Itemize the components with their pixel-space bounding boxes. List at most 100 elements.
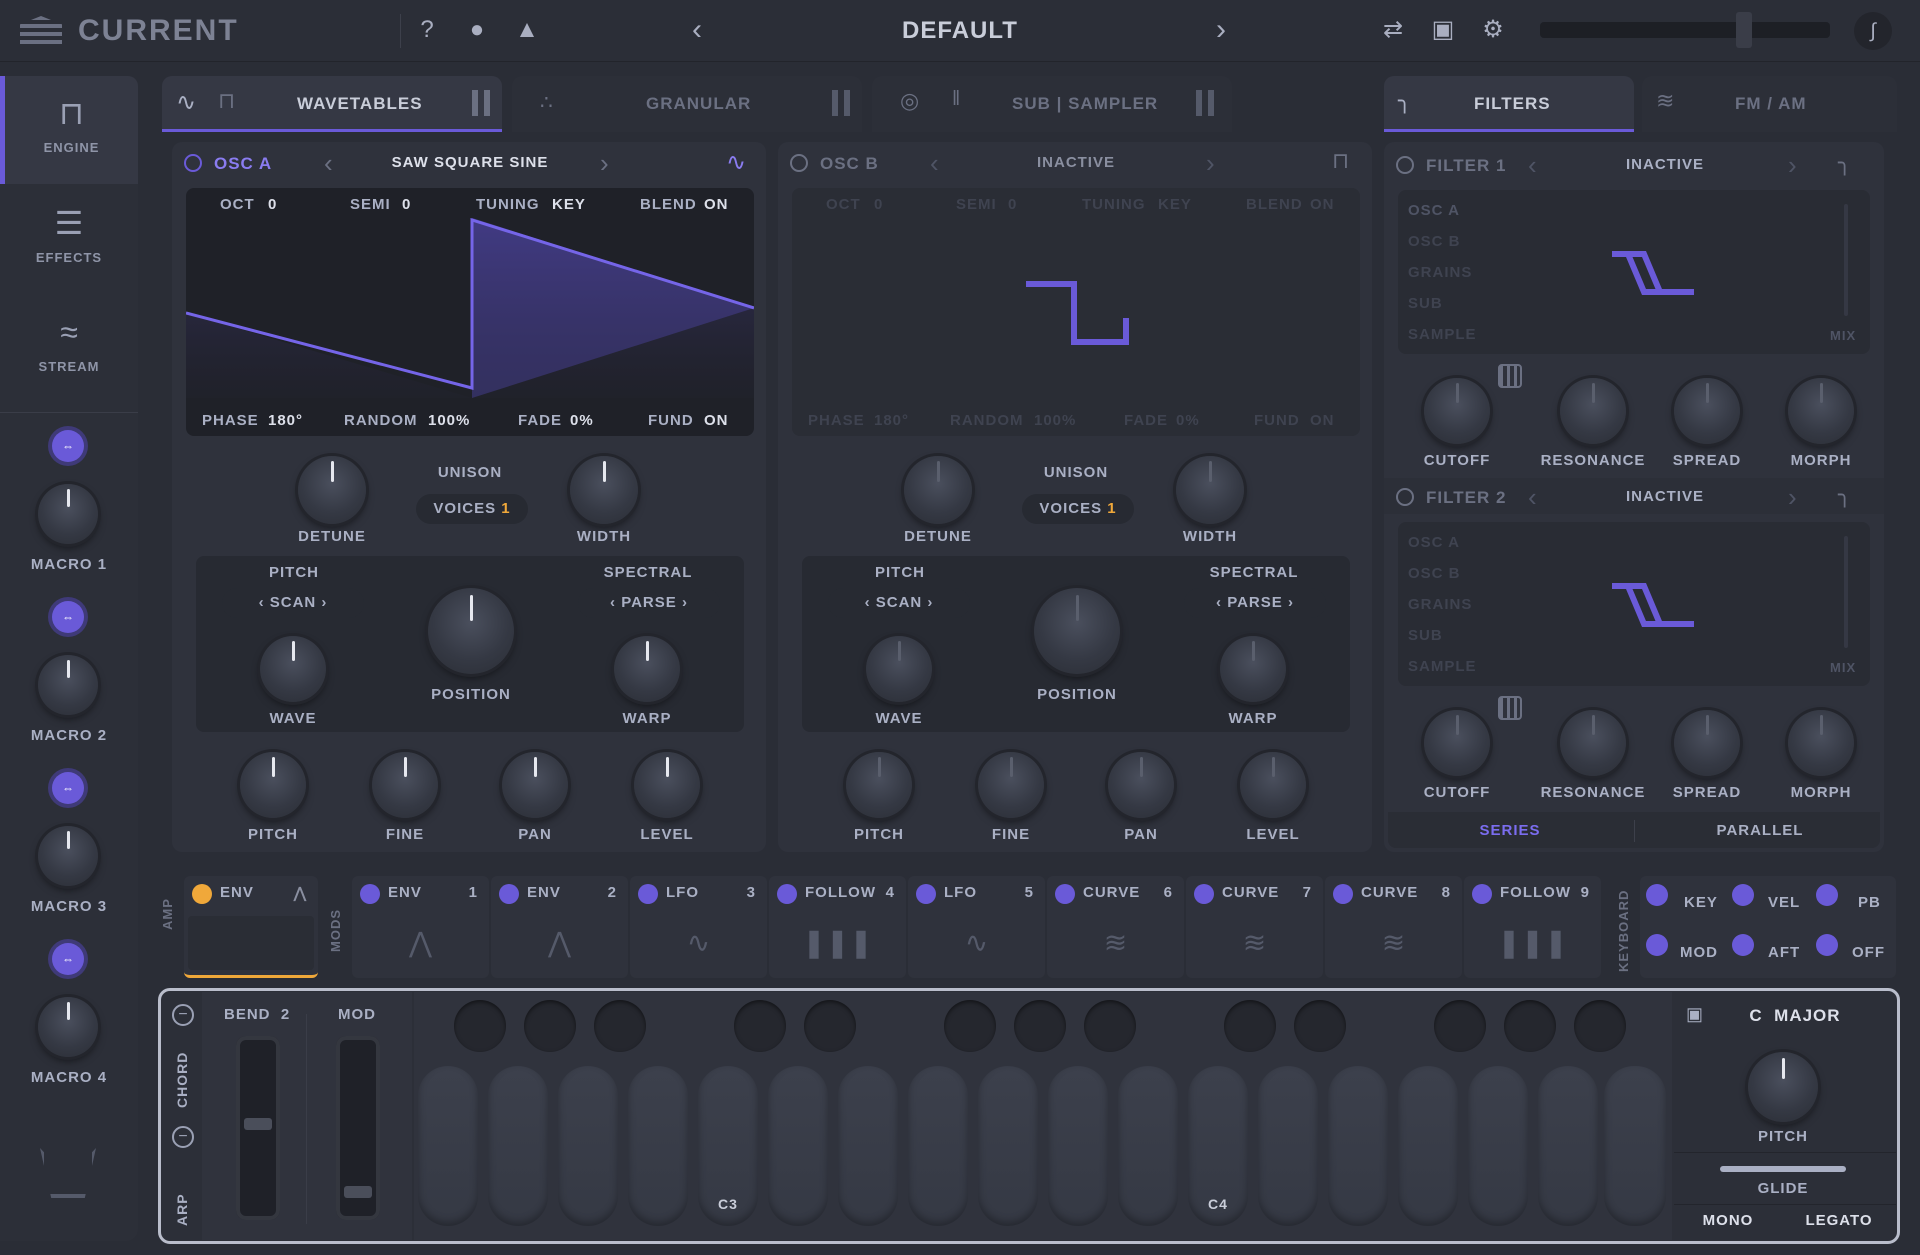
- white-key[interactable]: [418, 1066, 478, 1226]
- osc-a-detune-knob[interactable]: [298, 456, 366, 524]
- black-key[interactable]: [1224, 1000, 1276, 1052]
- black-key[interactable]: [1504, 1000, 1556, 1052]
- white-key[interactable]: [838, 1066, 898, 1226]
- osc-b-voices-pill[interactable]: VOICES 1: [1022, 494, 1134, 524]
- tab-fm-am[interactable]: ≋ FM / AM: [1642, 76, 1897, 132]
- scale-pitch-knob[interactable]: [1748, 1052, 1818, 1122]
- semi-value[interactable]: 0: [402, 196, 411, 213]
- mod-drag-icon[interactable]: [638, 884, 658, 904]
- white-key[interactable]: [488, 1066, 548, 1226]
- legato-button[interactable]: LEGATO: [1794, 1212, 1884, 1229]
- blend-value[interactable]: ON: [1310, 196, 1335, 213]
- black-key[interactable]: [804, 1000, 856, 1052]
- help-icon[interactable]: ?: [412, 14, 442, 46]
- mod-drag-icon[interactable]: [1194, 884, 1214, 904]
- filter-2-resonance-knob[interactable]: [1560, 710, 1626, 776]
- osc-b-fine-knob[interactable]: [978, 752, 1044, 818]
- osc-a-display[interactable]: OCT 0 SEMI 0 TUNING KEY BLEND ON PHASE 1…: [186, 188, 754, 436]
- osc-b-detune-knob[interactable]: [904, 456, 972, 524]
- bell-icon[interactable]: ▲: [512, 14, 542, 46]
- mod-drag-icon[interactable]: [1646, 934, 1668, 956]
- sidebar-tab-effects[interactable]: ☰ EFFECTS: [0, 186, 138, 294]
- mod-drag-icon[interactable]: [1646, 884, 1668, 906]
- black-key[interactable]: [944, 1000, 996, 1052]
- mod-drag-icon[interactable]: [1732, 934, 1754, 956]
- osc-a-wave-knob[interactable]: [260, 636, 326, 702]
- macro-3-mod-button[interactable]: ⇔: [52, 772, 84, 804]
- mod-drag-icon[interactable]: [192, 884, 212, 904]
- pause-icon[interactable]: [832, 90, 850, 116]
- osc-b-wave-knob[interactable]: [866, 636, 932, 702]
- tab-granular[interactable]: ∴ GRANULAR: [512, 76, 862, 132]
- lock-icon[interactable]: ▣: [1686, 1004, 1703, 1025]
- prev-preset-button[interactable]: ‹: [682, 14, 712, 46]
- phase-value[interactable]: 180°: [268, 412, 303, 429]
- black-key[interactable]: [594, 1000, 646, 1052]
- master-volume-slider[interactable]: [1540, 12, 1830, 48]
- mod-slot-7[interactable]: CURVE 7 ≋: [1186, 876, 1323, 978]
- white-key[interactable]: [1398, 1066, 1458, 1226]
- fund-value[interactable]: ON: [1310, 412, 1335, 429]
- mod-drag-icon[interactable]: [1055, 884, 1075, 904]
- osc-b-scan-select[interactable]: ‹ SCAN ›: [828, 588, 970, 618]
- filter-1-morph-knob[interactable]: [1788, 378, 1854, 444]
- sidebar-tab-engine[interactable]: ⊓ ENGINE: [0, 76, 138, 184]
- white-key[interactable]: [1468, 1066, 1528, 1226]
- white-key[interactable]: [1258, 1066, 1318, 1226]
- preset-name[interactable]: DEFAULT: [840, 17, 1080, 45]
- macro-4-knob[interactable]: [38, 997, 98, 1057]
- random-value[interactable]: 100%: [428, 412, 470, 429]
- filter-2-cutoff-knob[interactable]: [1424, 710, 1490, 776]
- black-key[interactable]: [1294, 1000, 1346, 1052]
- fade-value[interactable]: 0%: [570, 412, 594, 429]
- osc-b-position-knob[interactable]: [1034, 588, 1120, 674]
- source-grains[interactable]: GRAINS: [1408, 264, 1472, 281]
- mod-drag-icon[interactable]: [1472, 884, 1492, 904]
- filter-1-spread-knob[interactable]: [1674, 378, 1740, 444]
- osc-b-warp-knob[interactable]: [1220, 636, 1286, 702]
- next-wave-button[interactable]: ›: [600, 148, 609, 179]
- oct-value[interactable]: 0: [874, 196, 883, 213]
- glide-slider[interactable]: [1720, 1166, 1846, 1172]
- mod-slot-9[interactable]: FOLLOW 9 ❚❚❚: [1464, 876, 1601, 978]
- macro-3-knob[interactable]: [38, 826, 98, 886]
- next-filter-button[interactable]: ›: [1788, 482, 1797, 513]
- power-icon[interactable]: [1396, 488, 1414, 506]
- filter-2-spread-knob[interactable]: [1674, 710, 1740, 776]
- prev-filter-button[interactable]: ‹: [1528, 150, 1537, 181]
- arp-minus-icon[interactable]: −: [172, 1126, 194, 1148]
- semi-value[interactable]: 0: [1008, 196, 1017, 213]
- osc-a-width-knob[interactable]: [570, 456, 638, 524]
- white-key[interactable]: [1048, 1066, 1108, 1226]
- power-icon[interactable]: [790, 154, 808, 172]
- source-sub[interactable]: SUB: [1408, 627, 1443, 644]
- power-icon[interactable]: [184, 154, 202, 172]
- osc-b-level-knob[interactable]: [1240, 752, 1306, 818]
- series-button[interactable]: SERIES: [1440, 822, 1580, 839]
- prev-filter-button[interactable]: ‹: [1528, 482, 1537, 513]
- tab-sub-sampler[interactable]: ◎ ‖ SUB | SAMPLER: [872, 76, 1232, 132]
- macro-4-mod-button[interactable]: ⇔: [52, 943, 84, 975]
- white-key[interactable]: [1118, 1066, 1178, 1226]
- black-key[interactable]: [1574, 1000, 1626, 1052]
- source-osc-b[interactable]: OSC B: [1408, 233, 1461, 250]
- white-key[interactable]: [1538, 1066, 1598, 1226]
- source-osc-b[interactable]: OSC B: [1408, 565, 1461, 582]
- osc-a-warp-knob[interactable]: [614, 636, 680, 702]
- macro-1-mod-button[interactable]: ⇔: [52, 430, 84, 462]
- filter-2-type[interactable]: INACTIVE: [1580, 488, 1750, 505]
- tab-filters[interactable]: ╮ FILTERS: [1384, 76, 1634, 132]
- macro-2-mod-button[interactable]: ⇔: [52, 601, 84, 633]
- next-filter-button[interactable]: ›: [1788, 150, 1797, 181]
- filter-2-morph-knob[interactable]: [1788, 710, 1854, 776]
- tuning-value[interactable]: KEY: [552, 196, 586, 213]
- mod-slot-8[interactable]: CURVE 8 ≋: [1325, 876, 1462, 978]
- mod-slot-5[interactable]: LFO 5 ∿: [908, 876, 1045, 978]
- fade-value[interactable]: 0%: [1176, 412, 1200, 429]
- mod-slot-3[interactable]: LFO 3 ∿: [630, 876, 767, 978]
- mod-drag-icon[interactable]: [1816, 934, 1838, 956]
- macro-2-knob[interactable]: [38, 655, 98, 715]
- black-key[interactable]: [524, 1000, 576, 1052]
- shuffle-icon[interactable]: ⇄: [1378, 14, 1408, 46]
- mod-drag-icon[interactable]: [916, 884, 936, 904]
